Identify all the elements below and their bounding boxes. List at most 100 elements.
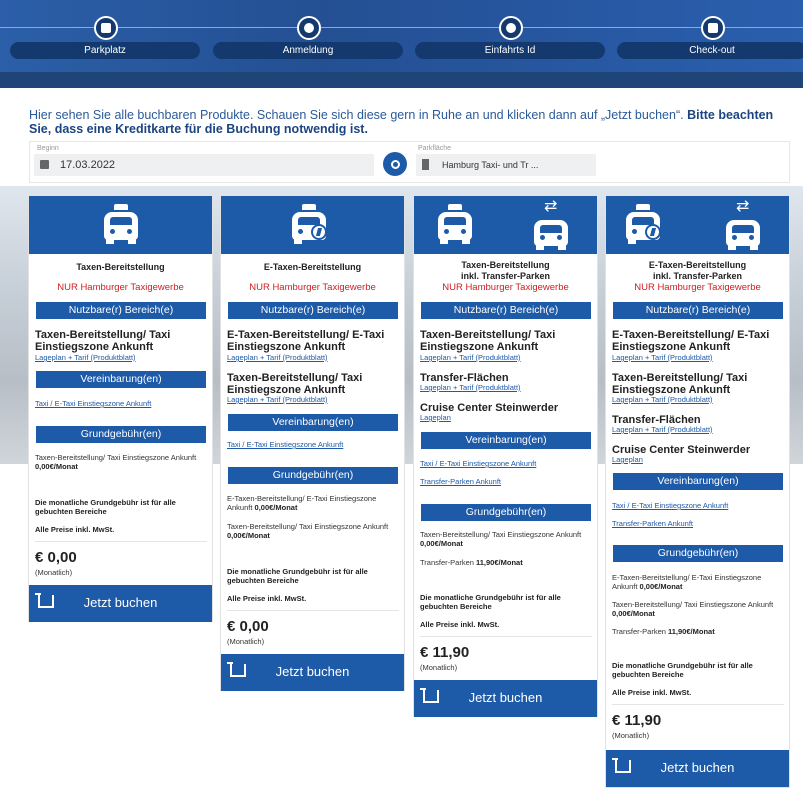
- fee-amount: 11,90€/Monat: [476, 558, 523, 567]
- area-title: E-Taxen-Bereitstellung/ E-Taxi Einstiegs…: [612, 329, 770, 353]
- step-label: Einfahrts Id: [415, 42, 605, 59]
- agreement-link[interactable]: Taxi / E-Taxi Einstiegszone Ankunft: [227, 440, 343, 449]
- fee-line: Taxen-Bereitstellung/ Taxi Einstiegszone…: [227, 522, 402, 540]
- agreement-link[interactable]: Taxi / E-Taxi Einstiegszone Ankunft: [420, 459, 536, 468]
- card-hero: [221, 196, 404, 254]
- fees-header: Grundgebühr(en): [228, 467, 398, 484]
- agreement-link[interactable]: Transfer-Parken Ankunft: [420, 477, 501, 486]
- agreement-link[interactable]: Transfer-Parken Ankunft: [612, 519, 693, 528]
- header-band: [0, 72, 803, 88]
- fee-line: E-Taxen-Bereitstellung/ E-Taxi Einstiegs…: [612, 573, 787, 591]
- fees-header: Grundgebühr(en): [36, 426, 206, 443]
- vat-note: Alle Preise inkl. MwSt.: [612, 688, 692, 697]
- fees-header: Grundgebühr(en): [421, 504, 591, 521]
- fee-text: Transfer-Parken: [612, 627, 668, 636]
- area-link[interactable]: Lageplan + Tarif (Produktblatt): [35, 353, 136, 362]
- lot-value: Hamburg Taxi- und Tr ...: [442, 160, 539, 170]
- checkout-stepper-header: Parkplatz Anmeldung Einfahrts Id Check-o…: [0, 0, 803, 88]
- book-now-button[interactable]: Jetzt buchen: [29, 585, 212, 622]
- area-link[interactable]: Lageplan: [612, 455, 643, 464]
- search-button[interactable]: [383, 152, 407, 176]
- card-title-line2: inkl. Transfer-Parken: [460, 271, 551, 281]
- step-label: Check-out: [617, 42, 803, 59]
- card-title-line2: inkl. Transfer-Parken: [652, 271, 743, 281]
- step-label: Anmeldung: [213, 42, 403, 59]
- card-subtitle: NUR Hamburger Taxigewerbe: [249, 282, 376, 293]
- vat-note: Alle Preise inkl. MwSt.: [420, 620, 500, 629]
- transfer-taxi-icon: [724, 210, 762, 250]
- fee-amount: 0,00€/Monat: [639, 582, 683, 591]
- agreements-header: Vereinbarung(en): [613, 473, 783, 490]
- area-link[interactable]: Lageplan + Tarif (Produktblatt): [612, 353, 713, 362]
- fee-amount: 0,00€/Monat: [227, 531, 270, 540]
- fee-text: Taxen-Bereitstellung/ Taxi Einstiegszone…: [35, 453, 197, 462]
- user-icon: [297, 16, 321, 40]
- fee-note: Die monatliche Grundgebühr ist für alle …: [227, 567, 368, 585]
- product-card: ⇄ Taxen-Bereitstellung inkl. Transfer-Pa…: [413, 195, 598, 717]
- areas-header: Nutzbare(r) Bereich(e): [228, 302, 398, 319]
- product-card: ⇄ E-Taxen-Bereitstellung inkl. Transfer-…: [605, 195, 790, 788]
- taxi-icon: [436, 204, 474, 244]
- area-link[interactable]: Lageplan + Tarif (Produktblatt): [420, 383, 521, 392]
- card-hero: ⇄: [414, 196, 597, 254]
- price-period: (Monatlich): [612, 731, 650, 740]
- fee-amount: 0,00€/Monat: [35, 462, 78, 471]
- area-link[interactable]: Lageplan + Tarif (Produktblatt): [227, 353, 328, 362]
- card-subtitle: NUR Hamburger Taxigewerbe: [57, 282, 184, 293]
- card-hero: [29, 196, 212, 254]
- book-now-label: Jetzt buchen: [468, 690, 543, 705]
- fee-line: Taxen-Bereitstellung/ Taxi Einstiegszone…: [420, 530, 595, 548]
- fee-line: Transfer-Parken 11,90€/Monat: [420, 558, 595, 567]
- fee-line: Transfer-Parken 11,90€/Monat: [612, 627, 787, 636]
- fee-line: Taxen-Bereitstellung/ Taxi Einstiegszone…: [35, 453, 210, 471]
- fee-text: Taxen-Bereitstellung/ Taxi Einstiegszone…: [612, 600, 774, 609]
- area-title: E-Taxen-Bereitstellung/ E-Taxi Einstiegs…: [227, 329, 385, 353]
- price-period: (Monatlich): [35, 568, 73, 577]
- search-icon: [390, 159, 400, 169]
- calendar-icon: [40, 160, 49, 169]
- product-card: E-Taxen-Bereitstellung NUR Hamburger Tax…: [220, 195, 405, 691]
- key-icon: [499, 16, 523, 40]
- begin-date-field[interactable]: 17.03.2022: [34, 154, 374, 176]
- fee-amount: 0,00€/Monat: [254, 503, 298, 512]
- area-link[interactable]: Lageplan + Tarif (Produktblatt): [420, 353, 521, 362]
- basket-icon: [701, 16, 725, 40]
- agreements-header: Vereinbarung(en): [228, 414, 398, 431]
- areas-header: Nutzbare(r) Bereich(e): [613, 302, 783, 319]
- area-link[interactable]: Lageplan: [420, 413, 451, 422]
- card-subtitle: NUR Hamburger Taxigewerbe: [442, 282, 569, 293]
- fee-note: Die monatliche Grundgebühr ist für alle …: [612, 661, 753, 679]
- area-title: Taxen-Bereitstellung/ Taxi Einstiegszone…: [420, 329, 556, 353]
- fees-header: Grundgebühr(en): [613, 545, 783, 562]
- stepper-line: [0, 27, 803, 28]
- begin-date-value: 17.03.2022: [60, 159, 116, 171]
- book-now-button[interactable]: Jetzt buchen: [414, 680, 597, 717]
- book-now-label: Jetzt buchen: [275, 664, 350, 679]
- area-link[interactable]: Lageplan + Tarif (Produktblatt): [227, 395, 328, 404]
- book-now-button[interactable]: Jetzt buchen: [221, 654, 404, 691]
- card-price: € 0,00: [227, 618, 269, 635]
- divider: [227, 610, 399, 611]
- divider: [420, 636, 592, 637]
- fee-text: E-Taxen-Bereitstellung/ E-Taxi Einstiegs…: [612, 573, 762, 591]
- price-period: (Monatlich): [420, 663, 458, 672]
- lot-select[interactable]: Hamburg Taxi- und Tr ...: [416, 154, 596, 176]
- book-now-button[interactable]: Jetzt buchen: [606, 750, 789, 787]
- intro-regular: Hier sehen Sie alle buchbaren Produkte. …: [29, 108, 688, 122]
- fee-text: Taxen-Bereitstellung/ Taxi Einstiegszone…: [227, 522, 389, 531]
- fee-amount: 11,90€/Monat: [668, 627, 715, 636]
- intro-text: Hier sehen Sie alle buchbaren Produkte. …: [29, 108, 793, 136]
- area-link[interactable]: Lageplan + Tarif (Produktblatt): [612, 425, 713, 434]
- fee-text: E-Taxen-Bereitstellung/ E-Taxi Einstiegs…: [227, 494, 377, 512]
- fee-line: Taxen-Bereitstellung/ Taxi Einstiegszone…: [612, 600, 787, 618]
- agreement-link[interactable]: Taxi / E-Taxi Einstiegszone Ankunft: [612, 501, 728, 510]
- card-price: € 0,00: [35, 549, 77, 566]
- area-link[interactable]: Lageplan + Tarif (Produktblatt): [612, 395, 713, 404]
- card-title: Taxen-Bereitstellung: [461, 260, 550, 270]
- lot-label: Parkfläche: [418, 145, 452, 152]
- areas-header: Nutzbare(r) Bereich(e): [36, 302, 206, 319]
- area-title: Taxen-Bereitstellung/ Taxi Einstiegszone…: [227, 372, 363, 396]
- agreement-link[interactable]: Taxi / E-Taxi Einstiegszone Ankunft: [35, 399, 151, 408]
- agreements-header: Vereinbarung(en): [421, 432, 591, 449]
- book-now-label: Jetzt buchen: [660, 760, 735, 775]
